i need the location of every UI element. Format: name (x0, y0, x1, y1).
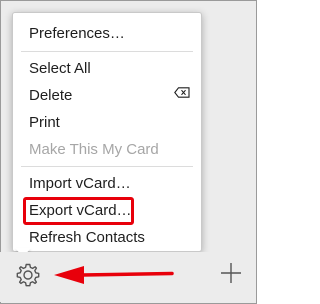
menu-item-import-vcard[interactable]: Import vCard… (29, 175, 131, 192)
menu-item-preferences[interactable]: Preferences… (29, 25, 125, 42)
menu-item-make-this-my-card: Make This My Card (29, 141, 159, 158)
gear-icon[interactable] (15, 262, 41, 288)
menu-item-print[interactable]: Print (29, 114, 60, 131)
menu-item-delete[interactable]: Delete (29, 87, 72, 104)
menu-item-refresh-contacts[interactable]: Refresh Contacts (29, 229, 145, 246)
menu-item-select-all[interactable]: Select All (29, 60, 91, 77)
menu-separator (21, 166, 193, 167)
menu-separator (21, 51, 193, 52)
arrow-left-icon (54, 266, 174, 284)
plus-icon[interactable] (220, 262, 242, 284)
delete-key-icon (174, 87, 190, 98)
export-vcard-highlight (23, 197, 134, 225)
